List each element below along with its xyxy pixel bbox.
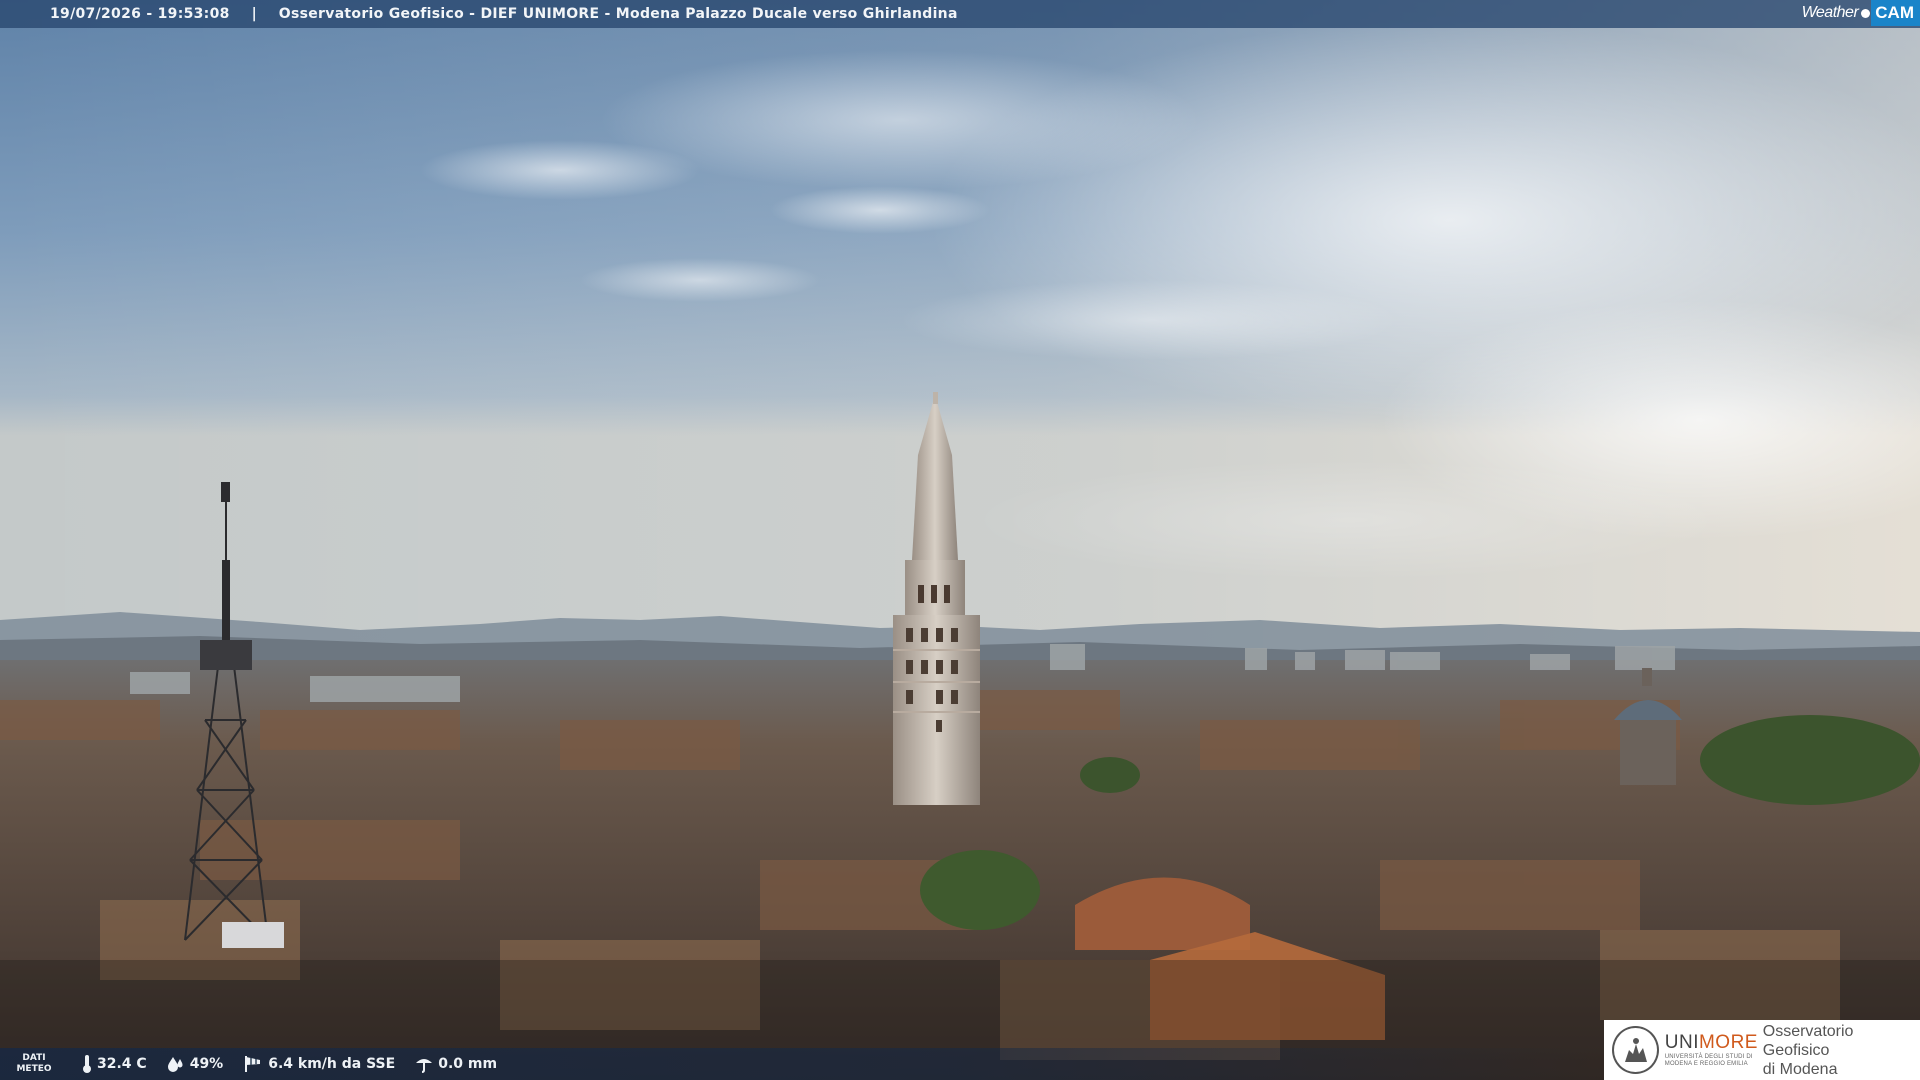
thermometer-icon (83, 1055, 91, 1073)
humidity-reading: 49% (167, 1056, 224, 1072)
header-bar: 19/07/2026 - 19:53:08 | Osservatorio Geo… (0, 0, 1920, 28)
humidity-value: 49% (189, 1056, 224, 1072)
observatory-name-line2: di Modena (1762, 1060, 1838, 1078)
rain-reading: 0.0 mm (415, 1055, 497, 1073)
wind-sock-icon (245, 1056, 261, 1072)
meteo-label-line2: METEO (16, 1064, 52, 1074)
unimore-wordmark: UNIMORE UNIVERSITÀ DEGLI STUDI DI MODENA… (1664, 1032, 1758, 1068)
wind-value: 6.4 km/h da SSE (268, 1056, 396, 1072)
unimore-name: UNIMORE (1664, 1032, 1758, 1054)
humidity-drop-icon (167, 1057, 183, 1072)
wind-reading: 6.4 km/h da SSE (243, 1055, 395, 1073)
header-separator: | (251, 6, 257, 22)
unimore-name-more: MORE (1698, 1032, 1758, 1053)
rain-gauge-icon (416, 1059, 433, 1073)
camera-title: Osservatorio Geofisico - DIEF UNIMORE - … (278, 6, 958, 22)
webcam-image (0, 0, 1920, 1080)
capture-datetime: 19/07/2026 - 19:53:08 (50, 6, 230, 22)
temperature-reading: 32.4 C (82, 1055, 147, 1073)
rain-value: 0.0 mm (438, 1056, 498, 1072)
weathercam-logo-weather: Weather (1801, 4, 1859, 21)
weathercam-logo: Weather CAM (1796, 0, 1920, 26)
unimore-subtitle-line1: UNIVERSITÀ DEGLI STUDI DI (1664, 1054, 1753, 1060)
temperature-value: 32.4 C (97, 1056, 147, 1072)
unimore-logo-panel: UNIMORE UNIVERSITÀ DEGLI STUDI DI MODENA… (1604, 1020, 1920, 1080)
meteo-bar: DATI METEO 32.4 C 49% 6.4 km/h da SSE 0.… (0, 1048, 1600, 1080)
weathercam-logo-dot-icon (1861, 8, 1871, 18)
unimore-name-uni: UNI (1664, 1032, 1699, 1053)
weathercam-logo-cam: CAM (1871, 0, 1920, 26)
unimore-subtitle-line2: MODENA E REGGIO EMILIA (1664, 1061, 1748, 1067)
meteo-label: DATI METEO (12, 1053, 56, 1075)
observatory-name-line1: Osservatorio Geofisico (1762, 1022, 1854, 1059)
meteo-label-line1: DATI (22, 1053, 46, 1063)
observatory-name: Osservatorio Geofisico di Modena (1763, 1022, 1920, 1079)
university-seal-icon (1612, 1026, 1659, 1074)
